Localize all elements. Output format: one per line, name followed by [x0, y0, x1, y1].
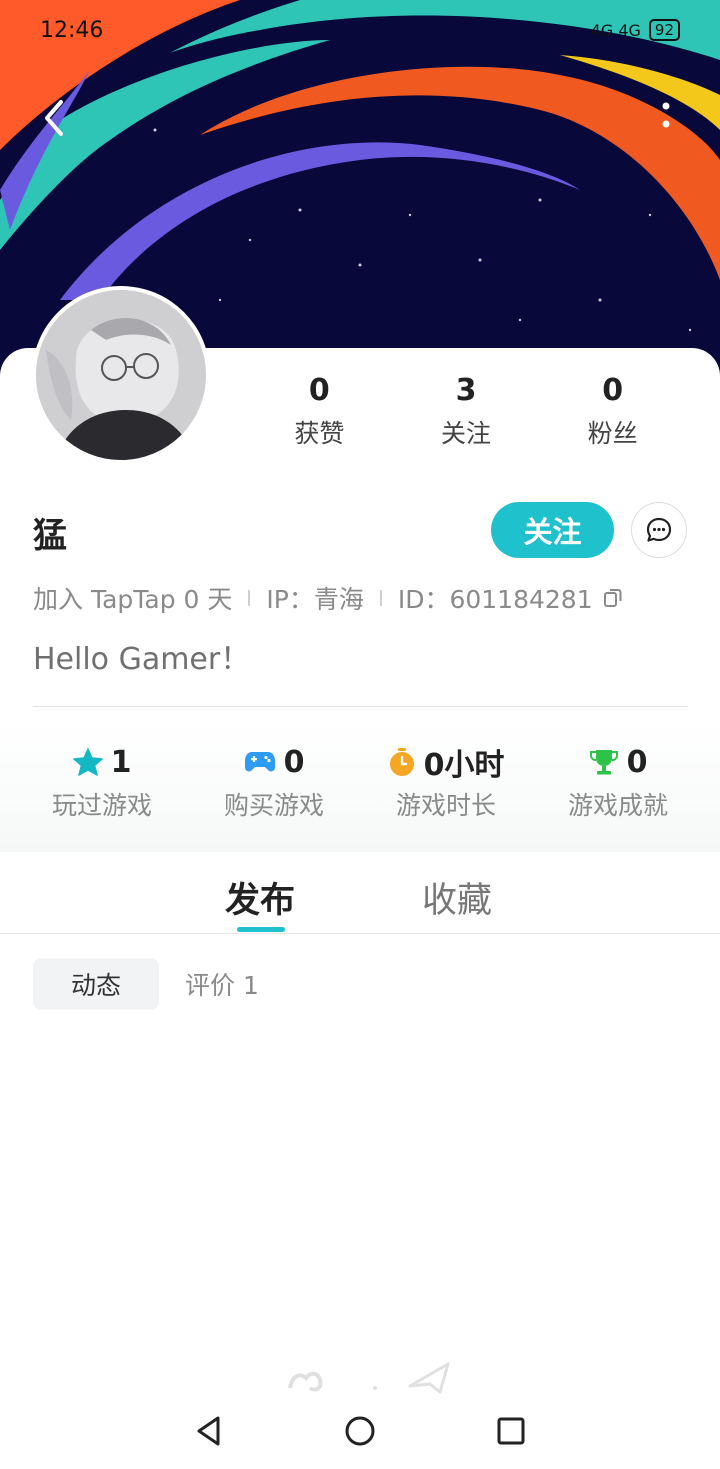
floating-toolbar — [280, 1358, 470, 1398]
joined-days: 加入 TapTap 0 天 — [33, 585, 233, 614]
subtab-reviews[interactable]: 评价 1 — [185, 966, 259, 1002]
purchased-games-count: 0 — [283, 744, 305, 780]
played-games-count: 1 — [110, 744, 132, 780]
play-time-value: 0小时 — [423, 748, 505, 783]
triangle-back-icon — [197, 1416, 220, 1446]
play-time-stat[interactable]: 0小时 游戏时长 — [360, 720, 532, 852]
profile-meta: 加入 TapTap 0 天 IP：青海 ID：601184281 — [33, 580, 623, 616]
meta-separator — [248, 590, 251, 606]
nav-home-button[interactable] — [344, 1415, 376, 1451]
game-stats: 1 玩过游戏 0 购买游戏 0小时 游戏时长 0 游戏成就 — [0, 720, 720, 852]
following-stat[interactable]: 3 关注 — [393, 372, 540, 450]
meta-separator — [379, 590, 382, 606]
following-count: 3 — [455, 373, 477, 408]
star-icon — [72, 748, 103, 776]
purchased-games-label: 购买游戏 — [223, 791, 324, 820]
gamepad-icon — [244, 752, 275, 772]
more-button[interactable] — [640, 92, 692, 144]
followers-label: 粉丝 — [587, 419, 638, 448]
profile-stats: 0 获赞 3 关注 0 粉丝 — [246, 372, 686, 450]
subtab-moments[interactable]: 动态 — [33, 958, 159, 1010]
likes-stat[interactable]: 0 获赞 — [246, 372, 393, 450]
nav-back-button[interactable] — [194, 1415, 224, 1451]
chevron-left-icon — [45, 100, 63, 136]
following-label: 关注 — [441, 419, 492, 448]
played-games-label: 玩过游戏 — [51, 791, 152, 820]
battery-icon: 92 — [648, 19, 680, 41]
likes-count: 0 — [308, 373, 330, 408]
signal-icon: 4G 4G — [590, 20, 641, 40]
achievements-stat[interactable]: 0 游戏成就 — [532, 720, 704, 852]
bio-text: Hello Gamer！ — [33, 642, 251, 677]
content-tabs: 发布 收藏 — [0, 852, 720, 934]
tab-publish[interactable]: 发布 — [225, 872, 295, 923]
chat-bubble-icon — [646, 517, 672, 542]
follow-button[interactable]: 关注 — [491, 502, 614, 558]
system-nav-bar — [0, 1397, 720, 1469]
message-button[interactable] — [631, 502, 687, 558]
back-button[interactable] — [28, 92, 80, 144]
trophy-icon — [589, 750, 618, 775]
achievements-label: 游戏成就 — [567, 791, 668, 820]
username: 猛 — [33, 516, 67, 556]
followers-stat[interactable]: 0 粉丝 — [539, 372, 686, 450]
square-recents-icon — [497, 1417, 525, 1445]
ip-location: IP：青海 — [266, 585, 364, 614]
followers-count: 0 — [602, 373, 624, 408]
achievements-count: 0 — [626, 744, 648, 780]
avatar-image — [36, 290, 206, 460]
stopwatch-icon — [389, 748, 414, 776]
nav-recents-button[interactable] — [496, 1416, 526, 1450]
status-icons: 4G 4G 92 — [591, 19, 680, 41]
play-time-label: 游戏时长 — [395, 791, 496, 820]
copy-id-button[interactable] — [603, 587, 623, 609]
active-tab-indicator — [237, 927, 285, 932]
tab-favorites[interactable]: 收藏 — [422, 872, 492, 923]
avatar[interactable] — [32, 286, 210, 464]
purchased-games-stat[interactable]: 0 购买游戏 — [188, 720, 360, 852]
circle-home-icon — [345, 1416, 375, 1446]
divider — [33, 706, 688, 707]
played-games-stat[interactable]: 1 玩过游戏 — [16, 720, 188, 852]
likes-label: 获赞 — [294, 419, 345, 448]
status-bar: 12:46 4G 4G 92 — [40, 14, 680, 46]
status-time: 12:46 — [40, 17, 104, 43]
more-vertical-icon — [662, 102, 670, 128]
user-id: ID：601184281 — [397, 585, 593, 614]
copy-icon — [603, 589, 622, 607]
sub-tabs: 动态 评价 1 — [33, 958, 259, 1010]
